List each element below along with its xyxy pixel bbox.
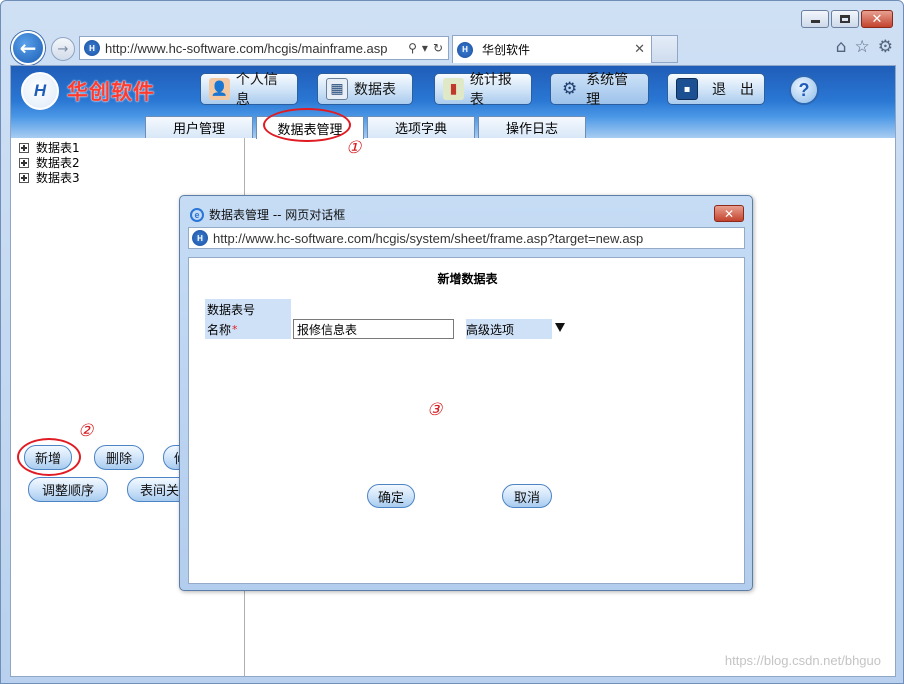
- tab-label: 用户管理: [172, 122, 225, 137]
- add-button[interactable]: 新增: [24, 445, 72, 470]
- menu-logout[interactable]: ▪ 退 出: [667, 73, 765, 105]
- new-tab-button[interactable]: [652, 35, 678, 63]
- expand-plus-icon[interactable]: [19, 142, 29, 153]
- dialog-body: 新增数据表 数据表号 名称 * 报修信息表 高级选项 ③ 确定 取消: [188, 257, 745, 584]
- ie-icon: e: [190, 207, 204, 222]
- tab-label: 操作日志: [505, 122, 558, 137]
- site-favicon-icon: H: [84, 40, 100, 56]
- app-logo: H 华创软件: [21, 72, 155, 110]
- modal-dialog: e 数据表管理 -- 网页对话框 ✕ H http://www.hc-softw…: [179, 195, 753, 591]
- gear-icon: ⚙: [561, 79, 578, 99]
- menu-label: 数据表: [354, 82, 396, 98]
- label-text: 名称: [207, 322, 232, 337]
- ok-button[interactable]: 确定: [367, 484, 415, 508]
- delete-button[interactable]: 删除: [94, 445, 144, 470]
- tab-user-management[interactable]: 用户管理: [145, 116, 253, 138]
- tree-item[interactable]: 数据表3: [19, 170, 80, 185]
- window-controls: ✕: [801, 10, 893, 28]
- advanced-options-label[interactable]: 高级选项: [466, 319, 552, 339]
- address-tools: ⚲ ▾ ↻: [408, 41, 443, 55]
- minimize-icon: [810, 20, 820, 23]
- form-title: 新增数据表: [437, 272, 498, 286]
- cancel-button[interactable]: 取消: [502, 484, 552, 508]
- caret-down-icon[interactable]: [555, 323, 565, 332]
- maximize-icon: [840, 15, 850, 23]
- sub-tabs: 用户管理 数据表管理 选项字典 操作日志: [11, 116, 895, 139]
- address-bar[interactable]: H http://www.hc-software.com/hcgis/mainf…: [79, 36, 449, 60]
- tree-item[interactable]: 数据表2: [19, 155, 80, 170]
- logo-mark-icon: H: [21, 72, 59, 110]
- help-button[interactable]: ?: [789, 75, 819, 105]
- field-name-label: 名称 *: [205, 319, 291, 339]
- menu-stat-report[interactable]: ▮ 统计报表: [434, 72, 532, 108]
- tab-operation-log[interactable]: 操作日志: [478, 116, 586, 138]
- tree-item-label: 数据表3: [36, 171, 80, 185]
- tab-option-dictionary[interactable]: 选项字典: [367, 116, 475, 138]
- person-icon: 👤: [209, 78, 230, 100]
- dropdown-icon[interactable]: ▾: [422, 41, 428, 55]
- menu-data-table[interactable]: ▦ 数据表: [317, 73, 413, 105]
- watermark-text: https://blog.csdn.net/bhguo: [724, 653, 881, 668]
- home-icon[interactable]: ⌂: [836, 37, 847, 57]
- refresh-icon[interactable]: ↻: [433, 41, 443, 55]
- menu-label: 统计报表: [469, 72, 512, 108]
- site-favicon-icon: H: [192, 230, 208, 246]
- annotation-number-3: ③: [427, 400, 443, 420]
- maximize-button[interactable]: [831, 10, 859, 28]
- app-header: H 华创软件 👤 个人信息 ▦ 数据表 ▮ 统计报表 ⚙ 系统管理 ▪ 退 出: [11, 66, 895, 139]
- annotation-number-2: ②: [78, 421, 94, 441]
- menu-system-management[interactable]: ⚙ 系统管理: [550, 72, 649, 108]
- settings-gear-icon[interactable]: ⚙: [878, 37, 893, 57]
- browser-toolbar-icons: ⌂ ☆ ⚙: [836, 37, 893, 57]
- forward-button[interactable]: →: [51, 37, 75, 61]
- tab-label: 选项字典: [394, 122, 447, 137]
- dialog-close-button[interactable]: ✕: [714, 205, 744, 222]
- dialog-titlebar: e 数据表管理 -- 网页对话框: [190, 206, 345, 223]
- label-text: 数据表号: [207, 302, 256, 317]
- logo-text: 华创软件: [67, 80, 155, 104]
- menu-personal-info[interactable]: 👤 个人信息: [200, 72, 298, 108]
- tab-datatable-management[interactable]: 数据表管理: [256, 116, 364, 139]
- bar-chart-icon: ▮: [443, 78, 464, 100]
- browser-window: ✕ ← → H http://www.hc-software.com/hcgis…: [0, 0, 904, 684]
- tab-label: 数据表管理: [277, 122, 343, 138]
- tab-title: 华创软件: [482, 43, 531, 57]
- minimize-button[interactable]: [801, 10, 829, 28]
- annotation-number-1: ①: [346, 138, 362, 158]
- arrow-right-icon: →: [57, 41, 69, 57]
- dialog-url-bar: H http://www.hc-software.com/hcgis/syste…: [188, 227, 745, 249]
- browser-tab[interactable]: H 华创软件 ✕: [452, 35, 652, 63]
- back-button[interactable]: ←: [11, 31, 45, 65]
- close-icon: ✕: [723, 206, 735, 221]
- search-icon[interactable]: ⚲: [408, 41, 417, 55]
- field-id-label: 数据表号: [205, 299, 291, 319]
- dialog-title: 数据表管理 -- 网页对话框: [209, 208, 346, 222]
- datatable-tree: 数据表1 数据表2 数据表3: [19, 140, 80, 185]
- menu-label: 系统管理: [586, 72, 629, 108]
- exit-door-icon: ▪: [676, 78, 698, 100]
- menu-label: 退 出: [712, 82, 754, 98]
- dialog-url: http://www.hc-software.com/hcgis/system/…: [213, 230, 644, 246]
- required-asterisk: *: [232, 322, 238, 336]
- table-grid-icon: ▦: [326, 78, 348, 100]
- expand-plus-icon[interactable]: [19, 172, 29, 183]
- help-icon: ?: [798, 79, 810, 100]
- address-url[interactable]: http://www.hc-software.com/hcgis/mainfra…: [105, 41, 408, 56]
- name-input[interactable]: 报修信息表: [293, 319, 454, 339]
- label-text: 高级选项: [466, 322, 515, 337]
- close-icon: ✕: [871, 11, 883, 27]
- reorder-button[interactable]: 调整顺序: [28, 477, 108, 502]
- tree-item[interactable]: 数据表1: [19, 140, 80, 155]
- tab-favicon-icon: H: [457, 41, 473, 58]
- menu-label: 个人信息: [235, 72, 278, 108]
- tab-close-icon[interactable]: ✕: [634, 42, 645, 57]
- close-window-button[interactable]: ✕: [861, 10, 893, 28]
- name-input-value: 报修信息表: [297, 322, 358, 337]
- expand-plus-icon[interactable]: [19, 157, 29, 168]
- arrow-left-icon: ←: [19, 36, 37, 60]
- favorites-star-icon[interactable]: ☆: [855, 37, 870, 57]
